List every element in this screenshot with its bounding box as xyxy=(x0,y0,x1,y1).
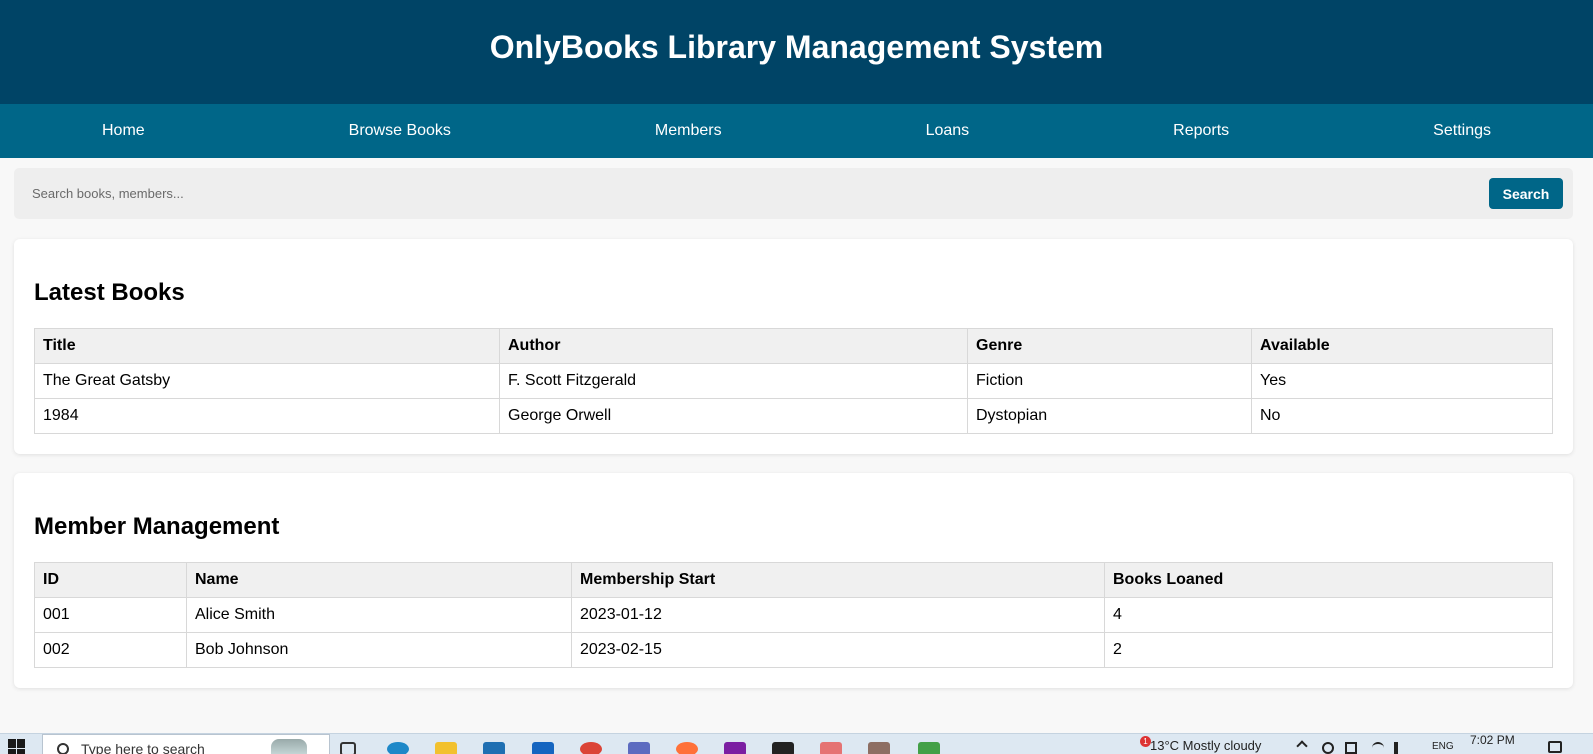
intellij-icon[interactable] xyxy=(724,742,746,754)
network-icon[interactable] xyxy=(1322,742,1334,754)
android-icon[interactable] xyxy=(918,742,940,754)
table-row: 1984 George Orwell Dystopian No xyxy=(34,398,1553,434)
member-management-heading: Member Management xyxy=(34,513,280,540)
book-title-cell: The Great Gatsby xyxy=(34,363,500,399)
column-header-name: Name xyxy=(186,562,572,598)
book-title-cell: 1984 xyxy=(34,398,500,434)
weather-widget[interactable]: 13°C Mostly cloudy xyxy=(1150,738,1261,753)
column-header-books-loaned: Books Loaned xyxy=(1104,562,1553,598)
notification-center-icon[interactable] xyxy=(1548,741,1562,753)
member-loaned-cell: 4 xyxy=(1104,597,1553,633)
latest-books-section: Latest Books Title Author Genre Availabl… xyxy=(14,239,1573,454)
book-genre-cell: Fiction xyxy=(967,363,1252,399)
notepad-icon[interactable] xyxy=(868,742,890,754)
column-header-genre: Genre xyxy=(967,328,1252,364)
wifi-icon[interactable] xyxy=(1372,742,1384,754)
book-available-cell: No xyxy=(1251,398,1553,434)
search-highlight-icon xyxy=(271,739,307,754)
search-icon xyxy=(57,743,69,754)
edge-icon[interactable] xyxy=(387,742,409,754)
member-start-cell: 2023-01-12 xyxy=(571,597,1105,633)
member-name-cell: Bob Johnson xyxy=(186,632,572,668)
terminal-icon[interactable] xyxy=(772,742,794,754)
nav-home[interactable]: Home xyxy=(90,116,157,146)
language-indicator[interactable]: ENG xyxy=(1432,741,1454,752)
nav-browse-books[interactable]: Browse Books xyxy=(337,116,463,146)
page-title: OnlyBooks Library Management System xyxy=(489,28,1104,65)
chrome-icon[interactable] xyxy=(580,742,602,754)
book-available-cell: Yes xyxy=(1251,363,1553,399)
windows-start-icon[interactable] xyxy=(8,739,26,754)
chevron-up-icon[interactable] xyxy=(1296,740,1308,752)
nav-settings[interactable]: Settings xyxy=(1421,116,1503,146)
table-row: 002 Bob Johnson 2023-02-15 2 xyxy=(34,632,1553,668)
column-header-title: Title xyxy=(34,328,500,364)
clock-time[interactable]: 7:02 PM xyxy=(1470,734,1515,747)
battery-icon[interactable] xyxy=(1345,742,1357,754)
nav-members[interactable]: Members xyxy=(643,116,734,146)
task-view-icon[interactable] xyxy=(340,742,356,754)
search-button[interactable]: Search xyxy=(1489,178,1563,209)
member-id-cell: 001 xyxy=(34,597,187,633)
app-icon[interactable] xyxy=(820,742,842,754)
book-author-cell: F. Scott Fitzgerald xyxy=(499,363,968,399)
column-header-membership-start: Membership Start xyxy=(571,562,1105,598)
nav-loans[interactable]: Loans xyxy=(914,116,982,146)
member-name-cell: Alice Smith xyxy=(186,597,572,633)
members-table: ID Name Membership Start Books Loaned 00… xyxy=(34,562,1553,668)
member-management-section: Member Management ID Name Membership Sta… xyxy=(14,473,1573,688)
table-header-row: ID Name Membership Start Books Loaned xyxy=(34,562,1553,598)
os-taskbar: Type here to search 1 13°C Mostly cloudy… xyxy=(0,733,1593,754)
latest-books-heading: Latest Books xyxy=(34,279,185,306)
main-nav: Home Browse Books Members Loans Reports … xyxy=(0,104,1593,158)
speaker-icon[interactable] xyxy=(1394,742,1406,754)
member-id-cell: 002 xyxy=(34,632,187,668)
book-author-cell: George Orwell xyxy=(499,398,968,434)
taskbar-search-box[interactable]: Type here to search xyxy=(42,734,330,754)
latest-books-table: Title Author Genre Available The Great G… xyxy=(34,328,1553,434)
firefox-icon[interactable] xyxy=(676,742,698,754)
mail-icon[interactable] xyxy=(532,742,554,754)
nav-reports[interactable]: Reports xyxy=(1161,116,1241,146)
search-bar: Search xyxy=(14,168,1573,219)
book-genre-cell: Dystopian xyxy=(967,398,1252,434)
column-header-author: Author xyxy=(499,328,968,364)
app-header: OnlyBooks Library Management System xyxy=(0,0,1593,104)
member-loaned-cell: 2 xyxy=(1104,632,1553,668)
app-icon[interactable] xyxy=(628,742,650,754)
table-header-row: Title Author Genre Available xyxy=(34,328,1553,364)
column-header-id: ID xyxy=(34,562,187,598)
file-explorer-icon[interactable] xyxy=(435,742,457,754)
store-icon[interactable] xyxy=(483,742,505,754)
taskbar-search-placeholder: Type here to search xyxy=(81,741,205,754)
member-start-cell: 2023-02-15 xyxy=(571,632,1105,668)
column-header-available: Available xyxy=(1251,328,1553,364)
table-row: 001 Alice Smith 2023-01-12 4 xyxy=(34,597,1553,633)
search-input[interactable] xyxy=(16,172,1416,215)
table-row: The Great Gatsby F. Scott Fitzgerald Fic… xyxy=(34,363,1553,399)
